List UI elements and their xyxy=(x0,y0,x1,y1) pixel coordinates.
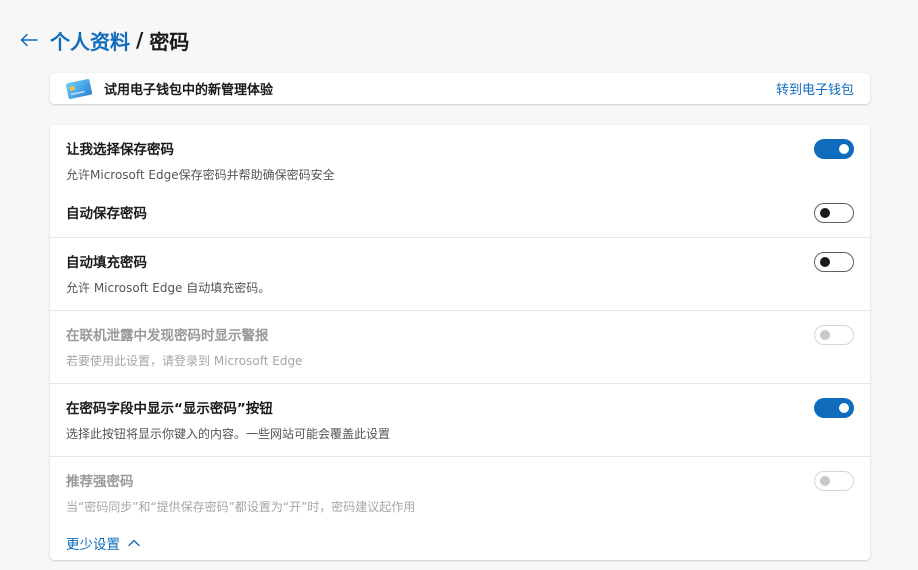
breadcrumb-profiles-link[interactable]: 个人资料 xyxy=(50,26,130,55)
setting-description: 若要使用此设置，请登录到 Microsoft Edge xyxy=(66,354,303,368)
divider xyxy=(50,310,870,311)
back-button[interactable] xyxy=(18,29,40,51)
setting-title: 自动填充密码 xyxy=(66,255,147,271)
toggle-knob xyxy=(839,144,849,154)
divider xyxy=(50,456,870,457)
setting-description: 允许Microsoft Edge保存密码并帮助确保密码安全 xyxy=(66,168,335,182)
go-to-wallet-link[interactable]: 转到电子钱包 xyxy=(776,79,854,98)
strong-passwords-toggle xyxy=(814,471,854,491)
page-title: 密码 xyxy=(149,29,190,54)
setting-title: 在密码字段中显示“显示密码”按钮 xyxy=(66,401,273,417)
toggle-knob xyxy=(820,330,830,340)
toggle-knob xyxy=(820,208,830,218)
page-header: 个人资料 / 密码 xyxy=(18,26,189,54)
password-settings-card: 让我选择保存密码 允许Microsoft Edge保存密码并帮助确保密码安全 自… xyxy=(50,125,870,560)
setting-description: 选择此按钮将显示你键入的内容。一些网站可能会覆盖此设置 xyxy=(66,427,391,441)
offer-to-save-toggle[interactable] xyxy=(814,139,854,159)
toggle-knob xyxy=(820,257,830,267)
autofill-toggle[interactable] xyxy=(814,252,854,272)
chevron-up-icon xyxy=(128,539,140,547)
auto-save-toggle[interactable] xyxy=(814,203,854,223)
divider xyxy=(50,383,870,384)
fewer-settings-link[interactable]: 更少设置 xyxy=(66,533,140,553)
fewer-settings-label: 更少设置 xyxy=(66,537,120,553)
setting-title: 在联机泄露中发现密码时显示警报 xyxy=(66,328,269,344)
setting-description: 当“密码同步”和“提供保存密码”都设置为“开”时，密码建议起作用 xyxy=(66,500,416,514)
breadcrumb: 个人资料 / 密码 xyxy=(50,26,189,55)
toggle-knob xyxy=(820,476,830,486)
setting-title: 自动保存密码 xyxy=(66,206,147,222)
divider xyxy=(50,237,870,238)
toggle-knob xyxy=(839,403,849,413)
wallet-banner-text: 试用电子钱包中的新管理体验 xyxy=(104,83,274,98)
setting-title: 推荐强密码 xyxy=(66,474,134,490)
wallet-banner: 试用电子钱包中的新管理体验 转到电子钱包 xyxy=(50,73,870,104)
wallet-card-icon xyxy=(65,78,93,99)
reveal-button-toggle[interactable] xyxy=(814,398,854,418)
leak-alerts-toggle xyxy=(814,325,854,345)
setting-title: 让我选择保存密码 xyxy=(66,142,174,158)
arrow-left-icon xyxy=(20,33,38,47)
breadcrumb-separator: / xyxy=(136,28,144,52)
setting-description: 允许 Microsoft Edge 自动填充密码。 xyxy=(66,281,271,295)
